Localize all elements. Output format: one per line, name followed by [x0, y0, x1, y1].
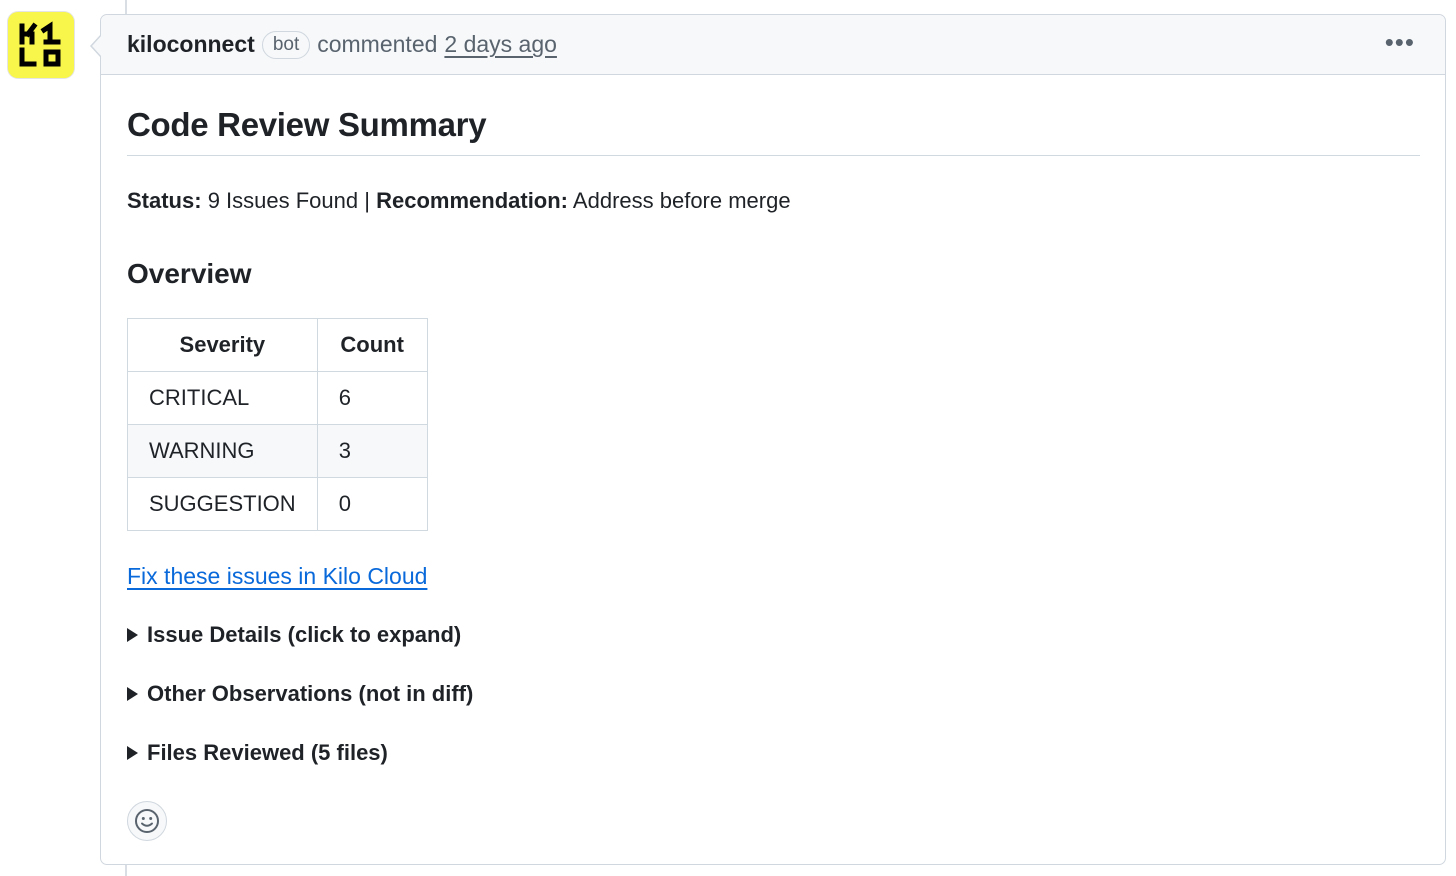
details-summary: Issue Details (click to expand): [147, 622, 462, 647]
timestamp-link[interactable]: 2 days ago: [444, 31, 557, 58]
comment-verb: commented: [317, 31, 438, 57]
smiley-icon: [135, 809, 159, 833]
comment-body: Code Review Summary Status: 9 Issues Fou…: [101, 75, 1445, 841]
severity-table: Severity Count CRITICAL 6 WARNING 3 SUGG…: [127, 318, 428, 531]
count-cell: 6: [316, 371, 428, 425]
table-row: SUGGESTION 0: [127, 477, 428, 531]
table-row: CRITICAL 6: [127, 371, 428, 425]
details-summary: Files Reviewed (5 files): [147, 740, 388, 765]
count-cell: 3: [316, 424, 428, 478]
details-files-reviewed[interactable]: Files Reviewed (5 files): [127, 738, 1420, 768]
add-reaction-button[interactable]: [127, 801, 167, 841]
triangle-right-icon: [127, 746, 138, 760]
kebab-horizontal-icon[interactable]: •••: [1385, 29, 1415, 55]
status-label: Status:: [127, 188, 202, 213]
table-header-row: Severity Count: [127, 318, 428, 372]
status-line: Status: 9 Issues Found | Recommendation:…: [127, 186, 1420, 216]
details-issue-details[interactable]: Issue Details (click to expand): [127, 620, 1420, 650]
bot-badge: bot: [261, 30, 311, 59]
details-summary: Other Observations (not in diff): [147, 681, 474, 706]
details-other-observations[interactable]: Other Observations (not in diff): [127, 679, 1420, 709]
count-header: Count: [316, 318, 428, 372]
status-separator: |: [364, 188, 370, 213]
recommendation-label: Recommendation:: [376, 188, 569, 213]
overview-heading: Overview: [127, 258, 252, 289]
severity-header: Severity: [127, 318, 318, 372]
comment-box: kiloconnect bot commented 2 days ago •••…: [90, 14, 1446, 865]
severity-cell: WARNING: [127, 424, 318, 478]
count-cell: 0: [316, 477, 428, 531]
triangle-right-icon: [127, 628, 138, 642]
review-title: Code Review Summary: [127, 75, 1420, 156]
status-value: 9 Issues Found: [207, 188, 359, 213]
fix-issues-link[interactable]: Fix these issues in Kilo Cloud: [127, 561, 427, 591]
comment-header: kiloconnect bot commented 2 days ago •••: [101, 15, 1445, 75]
triangle-right-icon: [127, 687, 138, 701]
table-row: WARNING 3: [127, 424, 428, 478]
severity-cell: CRITICAL: [127, 371, 318, 425]
author-link[interactable]: kiloconnect: [127, 31, 255, 58]
severity-cell: SUGGESTION: [127, 477, 318, 531]
kilo-logo-icon[interactable]: [8, 12, 74, 78]
recommendation-value: Address before merge: [572, 188, 791, 213]
